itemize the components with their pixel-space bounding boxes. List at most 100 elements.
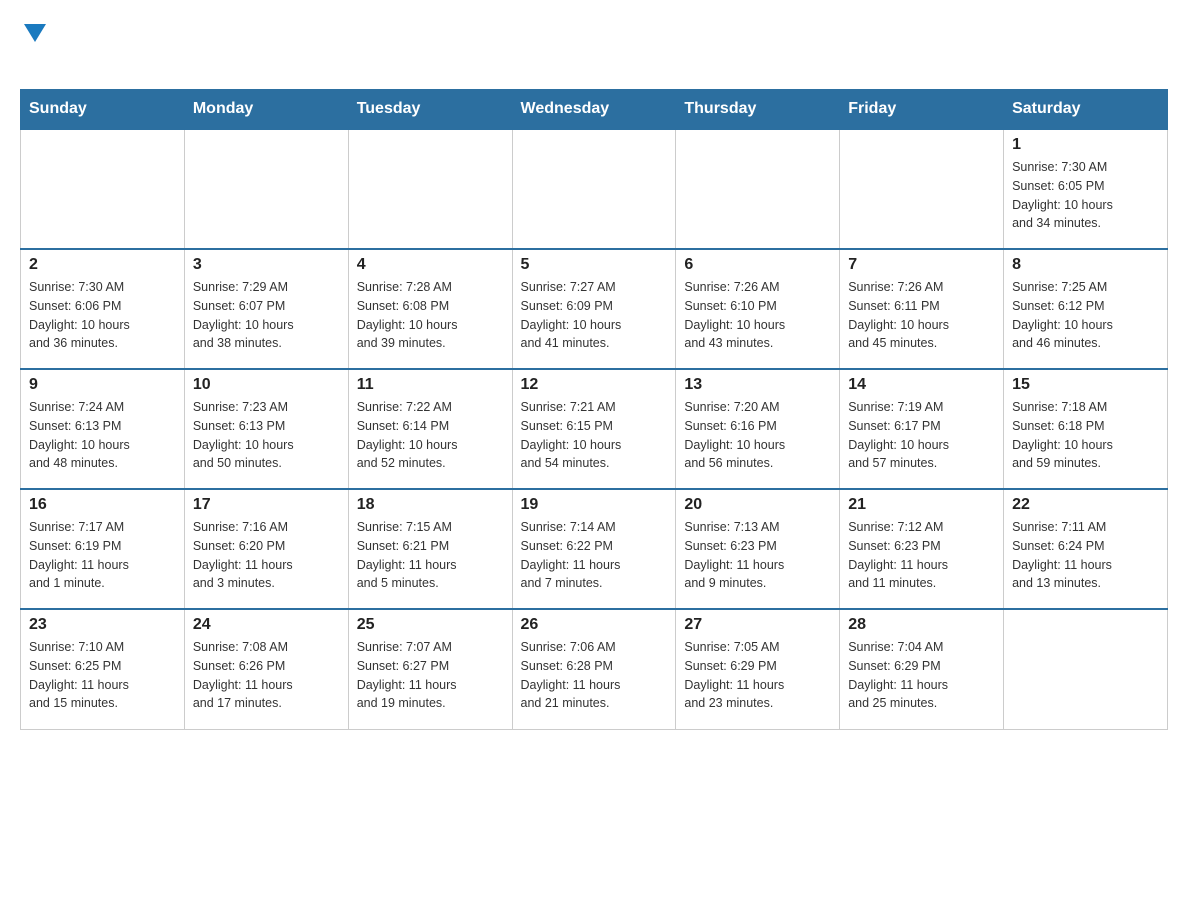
weekday-header-tuesday: Tuesday — [348, 90, 512, 130]
day-info: Sunrise: 7:24 AMSunset: 6:13 PMDaylight:… — [29, 398, 176, 473]
calendar-cell: 13 Sunrise: 7:20 AMSunset: 6:16 PMDayligh… — [676, 369, 840, 489]
weekday-header-row: SundayMondayTuesdayWednesdayThursdayFrid… — [21, 90, 1168, 130]
logo-general-row — [20, 20, 46, 47]
day-number: 25 — [357, 616, 504, 634]
day-number: 7 — [848, 256, 995, 274]
day-number: 27 — [684, 616, 831, 634]
day-number: 20 — [684, 496, 831, 514]
day-number: 2 — [29, 256, 176, 274]
calendar-cell: 26 Sunrise: 7:06 AMSunset: 6:28 PMDayligh… — [512, 609, 676, 729]
weekday-header-saturday: Saturday — [1004, 90, 1168, 130]
day-number: 24 — [193, 616, 340, 634]
calendar-cell: 19Sunrise: 7:14 AMSunset: 6:22 PMDayligh… — [512, 489, 676, 609]
day-number: 18 — [357, 496, 504, 514]
calendar-cell: 24 Sunrise: 7:08 AMSunset: 6:26 PMDayligh… — [184, 609, 348, 729]
calendar-cell — [21, 129, 185, 249]
logo-arrow-icon — [24, 24, 46, 47]
day-number: 13 — [684, 376, 831, 394]
day-number: 28 — [848, 616, 995, 634]
calendar-cell: 3Sunrise: 7:29 AMSunset: 6:07 PMDaylight… — [184, 249, 348, 369]
calendar-cell — [348, 129, 512, 249]
day-number: 23 — [29, 616, 176, 634]
day-info: Sunrise: 7:13 AMSunset: 6:23 PMDaylight:… — [684, 518, 831, 593]
weekday-header-wednesday: Wednesday — [512, 90, 676, 130]
calendar-week-row: 1 Sunrise: 7:30 AMSunset: 6:05 PMDaylight… — [21, 129, 1168, 249]
day-number: 26 — [521, 616, 668, 634]
calendar-cell: 5 Sunrise: 7:27 AMSunset: 6:09 PMDaylight… — [512, 249, 676, 369]
calendar-cell: 22 Sunrise: 7:11 AMSunset: 6:24 PMDayligh… — [1004, 489, 1168, 609]
calendar-cell: 12 Sunrise: 7:21 AMSunset: 6:15 PMDayligh… — [512, 369, 676, 489]
calendar-cell: 9 Sunrise: 7:24 AMSunset: 6:13 PMDaylight… — [21, 369, 185, 489]
calendar-cell: 28 Sunrise: 7:04 AMSunset: 6:29 PMDayligh… — [840, 609, 1004, 729]
calendar-cell: 16 Sunrise: 7:17 AMSunset: 6:19 PMDayligh… — [21, 489, 185, 609]
calendar-cell: 15Sunrise: 7:18 AMSunset: 6:18 PMDayligh… — [1004, 369, 1168, 489]
calendar-cell: 25 Sunrise: 7:07 AMSunset: 6:27 PMDayligh… — [348, 609, 512, 729]
day-info: Sunrise: 7:11 AMSunset: 6:24 PMDaylight:… — [1012, 518, 1159, 593]
weekday-header-sunday: Sunday — [21, 90, 185, 130]
calendar-cell: 10 Sunrise: 7:23 AMSunset: 6:13 PMDayligh… — [184, 369, 348, 489]
calendar-cell: 17 Sunrise: 7:16 AMSunset: 6:20 PMDayligh… — [184, 489, 348, 609]
weekday-header-thursday: Thursday — [676, 90, 840, 130]
day-info: Sunrise: 7:05 AMSunset: 6:29 PMDaylight:… — [684, 638, 831, 713]
calendar-cell — [1004, 609, 1168, 729]
day-number: 19 — [521, 496, 668, 514]
weekday-header-monday: Monday — [184, 90, 348, 130]
calendar-cell: 6 Sunrise: 7:26 AMSunset: 6:10 PMDaylight… — [676, 249, 840, 369]
day-info: Sunrise: 7:25 AMSunset: 6:12 PMDaylight:… — [1012, 278, 1159, 353]
calendar-cell: 11 Sunrise: 7:22 AMSunset: 6:14 PMDayligh… — [348, 369, 512, 489]
calendar-week-row: 2 Sunrise: 7:30 AMSunset: 6:06 PMDaylight… — [21, 249, 1168, 369]
day-info: Sunrise: 7:16 AMSunset: 6:20 PMDaylight:… — [193, 518, 340, 593]
weekday-header-friday: Friday — [840, 90, 1004, 130]
calendar-cell — [840, 129, 1004, 249]
day-number: 1 — [1012, 136, 1159, 154]
day-info: Sunrise: 7:12 AMSunset: 6:23 PMDaylight:… — [848, 518, 995, 593]
calendar-cell: 20 Sunrise: 7:13 AMSunset: 6:23 PMDayligh… — [676, 489, 840, 609]
day-number: 17 — [193, 496, 340, 514]
calendar-cell: 21 Sunrise: 7:12 AMSunset: 6:23 PMDayligh… — [840, 489, 1004, 609]
day-number: 3 — [193, 256, 340, 274]
day-info: Sunrise: 7:04 AMSunset: 6:29 PMDaylight:… — [848, 638, 995, 713]
day-info: Sunrise: 7:21 AMSunset: 6:15 PMDaylight:… — [521, 398, 668, 473]
day-number: 15 — [1012, 376, 1159, 394]
calendar-cell: 23 Sunrise: 7:10 AMSunset: 6:25 PMDayligh… — [21, 609, 185, 729]
calendar-cell: 8 Sunrise: 7:25 AMSunset: 6:12 PMDaylight… — [1004, 249, 1168, 369]
calendar-table: SundayMondayTuesdayWednesdayThursdayFrid… — [20, 89, 1168, 730]
day-number: 10 — [193, 376, 340, 394]
day-info: Sunrise: 7:19 AMSunset: 6:17 PMDaylight:… — [848, 398, 995, 473]
calendar-cell: 1 Sunrise: 7:30 AMSunset: 6:05 PMDaylight… — [1004, 129, 1168, 249]
day-number: 16 — [29, 496, 176, 514]
day-info: Sunrise: 7:23 AMSunset: 6:13 PMDaylight:… — [193, 398, 340, 473]
calendar-cell: 27 Sunrise: 7:05 AMSunset: 6:29 PMDayligh… — [676, 609, 840, 729]
day-number: 12 — [521, 376, 668, 394]
day-info: Sunrise: 7:26 AMSunset: 6:10 PMDaylight:… — [684, 278, 831, 353]
day-info: Sunrise: 7:28 AMSunset: 6:08 PMDaylight:… — [357, 278, 504, 353]
day-info: Sunrise: 7:22 AMSunset: 6:14 PMDaylight:… — [357, 398, 504, 473]
calendar-cell — [512, 129, 676, 249]
day-number: 6 — [684, 256, 831, 274]
calendar-cell: 7 Sunrise: 7:26 AMSunset: 6:11 PMDaylight… — [840, 249, 1004, 369]
calendar-cell: 18Sunrise: 7:15 AMSunset: 6:21 PMDayligh… — [348, 489, 512, 609]
day-number: 8 — [1012, 256, 1159, 274]
logo-blue-row — [20, 47, 48, 79]
day-number: 5 — [521, 256, 668, 274]
day-info: Sunrise: 7:07 AMSunset: 6:27 PMDaylight:… — [357, 638, 504, 713]
day-info: Sunrise: 7:10 AMSunset: 6:25 PMDaylight:… — [29, 638, 176, 713]
day-info: Sunrise: 7:30 AMSunset: 6:06 PMDaylight:… — [29, 278, 176, 353]
calendar-cell — [184, 129, 348, 249]
calendar-cell — [676, 129, 840, 249]
day-number: 21 — [848, 496, 995, 514]
day-number: 11 — [357, 376, 504, 394]
day-info: Sunrise: 7:06 AMSunset: 6:28 PMDaylight:… — [521, 638, 668, 713]
day-info: Sunrise: 7:26 AMSunset: 6:11 PMDaylight:… — [848, 278, 995, 353]
calendar-cell: 14Sunrise: 7:19 AMSunset: 6:17 PMDayligh… — [840, 369, 1004, 489]
logo — [20, 20, 48, 79]
day-info: Sunrise: 7:20 AMSunset: 6:16 PMDaylight:… — [684, 398, 831, 473]
day-number: 9 — [29, 376, 176, 394]
calendar-week-row: 23 Sunrise: 7:10 AMSunset: 6:25 PMDayligh… — [21, 609, 1168, 729]
day-number: 4 — [357, 256, 504, 274]
day-info: Sunrise: 7:27 AMSunset: 6:09 PMDaylight:… — [521, 278, 668, 353]
day-info: Sunrise: 7:30 AMSunset: 6:05 PMDaylight:… — [1012, 158, 1159, 233]
day-info: Sunrise: 7:17 AMSunset: 6:19 PMDaylight:… — [29, 518, 176, 593]
day-info: Sunrise: 7:08 AMSunset: 6:26 PMDaylight:… — [193, 638, 340, 713]
day-number: 22 — [1012, 496, 1159, 514]
